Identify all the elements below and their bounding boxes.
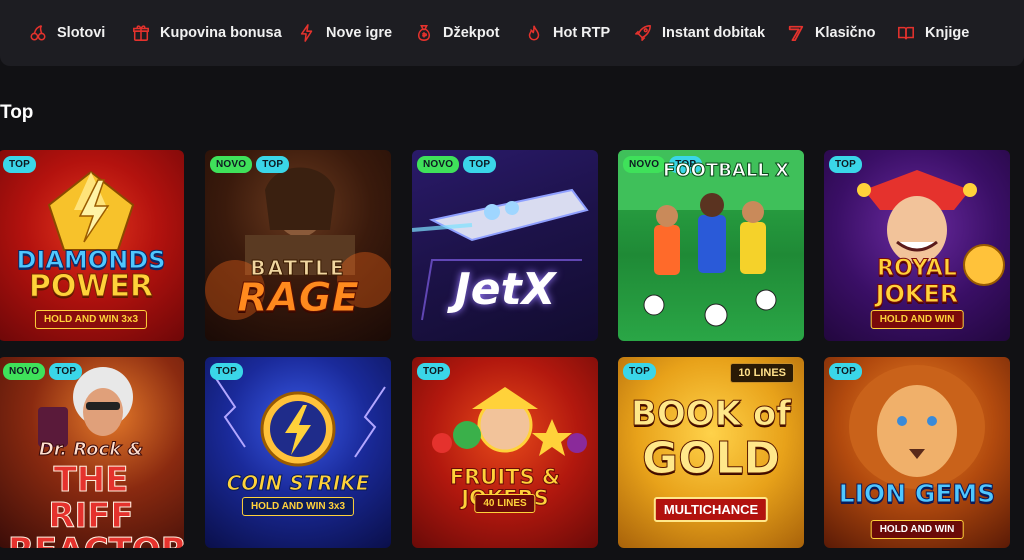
game-title-line2: JOKER [875, 280, 959, 308]
game-tile-royal-joker[interactable]: TOP ROYAL JOKER HOLD AND WIN [824, 150, 1010, 341]
game-title-line1: JetX [454, 264, 556, 315]
game-tile-diamonds-power[interactable]: TOP DIAMONDS POWER HOLD AND WIN 3x3 [0, 150, 184, 341]
nav-label: Klasično [815, 25, 876, 41]
badge-group: NOVO TOP [210, 156, 290, 173]
game-subtitle: HOLD AND WIN 3x3 [34, 310, 148, 329]
nav-item-slotovi[interactable]: Slotovi [28, 20, 105, 46]
badge-novo: NOVO [210, 156, 253, 173]
lines-tag: 10 LINES [730, 363, 794, 383]
badge-top: TOP [829, 156, 862, 173]
game-title-line1: COIN STRIKE [226, 471, 370, 495]
money-bag-icon [414, 23, 434, 43]
badge-top: TOP [417, 363, 450, 380]
game-tile-jetx[interactable]: NOVO TOP JetX [412, 150, 598, 341]
badge-top: TOP [463, 156, 497, 173]
game-thumbnail [412, 357, 598, 548]
badge-group: TOP [829, 156, 862, 173]
nav-label: Slotovi [57, 25, 106, 41]
cherries-icon [28, 23, 48, 43]
category-nav: Slotovi Kupovina bonusa Nove igre Džekpo… [0, 0, 1024, 66]
gift-icon [131, 23, 151, 43]
nav-item-kupovina-bonusa[interactable]: Kupovina bonusa [131, 20, 282, 46]
badge-group: NOVO TOP [417, 156, 497, 173]
game-title-line1: Dr. Rock & [38, 439, 144, 460]
nav-label: Džekpot [443, 25, 500, 41]
game-title-line1: BOOK of [630, 394, 792, 434]
game-tile-lion-gems[interactable]: TOP LION GEMS HOLD AND WIN [824, 357, 1010, 548]
nav-item-instant-dobitak[interactable]: Instant dobitak [633, 20, 765, 46]
game-title-line1: ROYAL [877, 256, 958, 281]
nav-label: Knjige [925, 25, 970, 41]
badge-novo: NOVO [3, 363, 46, 380]
game-tile-battle-rage[interactable]: NOVO TOP BATTLE RAGE [205, 150, 391, 341]
badge-top: TOP [3, 156, 36, 173]
game-thumbnail [205, 357, 391, 548]
flame-icon [524, 23, 544, 43]
badge-group: TOP [623, 363, 656, 380]
game-tile-book-of-gold[interactable]: TOP 10 LINES BOOK of GOLD MULTICHANCE [618, 357, 804, 548]
badge-top: TOP [256, 156, 290, 173]
game-title-line2: GOLD [641, 433, 781, 484]
game-tile-coin-strike[interactable]: TOP COIN STRIKE HOLD AND WIN 3x3 [205, 357, 391, 548]
game-tile-dr-rock-riff-reactor[interactable]: NOVO TOP Dr. Rock & THE RIFF REACTOR [0, 357, 184, 548]
badge-novo: NOVO [417, 156, 460, 173]
game-title-line1: LION GEMS [838, 479, 996, 508]
badge-group: NOVO TOP [3, 363, 83, 380]
nav-item-nove-igre[interactable]: Nove igre [297, 20, 392, 46]
nav-label: Kupovina bonusa [160, 25, 282, 41]
game-subtitle: HOLD AND WIN [870, 520, 964, 539]
game-title-line1: FOOTBALL X [663, 160, 790, 181]
section-title: Top [0, 102, 34, 123]
game-subtitle: MULTICHANCE [653, 497, 769, 522]
rocket-icon [633, 23, 653, 43]
badge-group: TOP [829, 363, 862, 380]
seven-icon [786, 23, 806, 43]
badge-top: TOP [829, 363, 862, 380]
nav-item-klasicno[interactable]: Klasično [786, 20, 875, 46]
badge-group: TOP [210, 363, 243, 380]
game-tile-fruits-and-jokers[interactable]: TOP FRUITS & JOKERS 40 LINES [412, 357, 598, 548]
game-tile-football-x[interactable]: NOVO TOP FOOTBALL X [618, 150, 804, 341]
game-title-line2: THE RIFF REACTOR [8, 460, 185, 548]
badge-group: TOP [3, 156, 36, 173]
badge-top: TOP [623, 363, 656, 380]
game-title-line2: RAGE [237, 275, 360, 321]
nav-item-hot-rtp[interactable]: Hot RTP [524, 20, 610, 46]
book-icon [896, 23, 916, 43]
nav-label: Hot RTP [553, 25, 611, 41]
lightning-icon [297, 23, 317, 43]
game-title-line2: POWER [28, 269, 154, 304]
game-subtitle: 40 LINES [474, 494, 536, 513]
badge-top: TOP [210, 363, 243, 380]
game-subtitle: HOLD AND WIN [870, 310, 964, 329]
nav-item-knjige[interactable]: Knjige [896, 20, 969, 46]
nav-label: Instant dobitak [662, 25, 766, 41]
game-subtitle: HOLD AND WIN 3x3 [241, 497, 355, 516]
badge-group: TOP [417, 363, 450, 380]
nav-label: Nove igre [326, 25, 393, 41]
badge-top: TOP [49, 363, 83, 380]
nav-item-dzekpot[interactable]: Džekpot [414, 20, 499, 46]
